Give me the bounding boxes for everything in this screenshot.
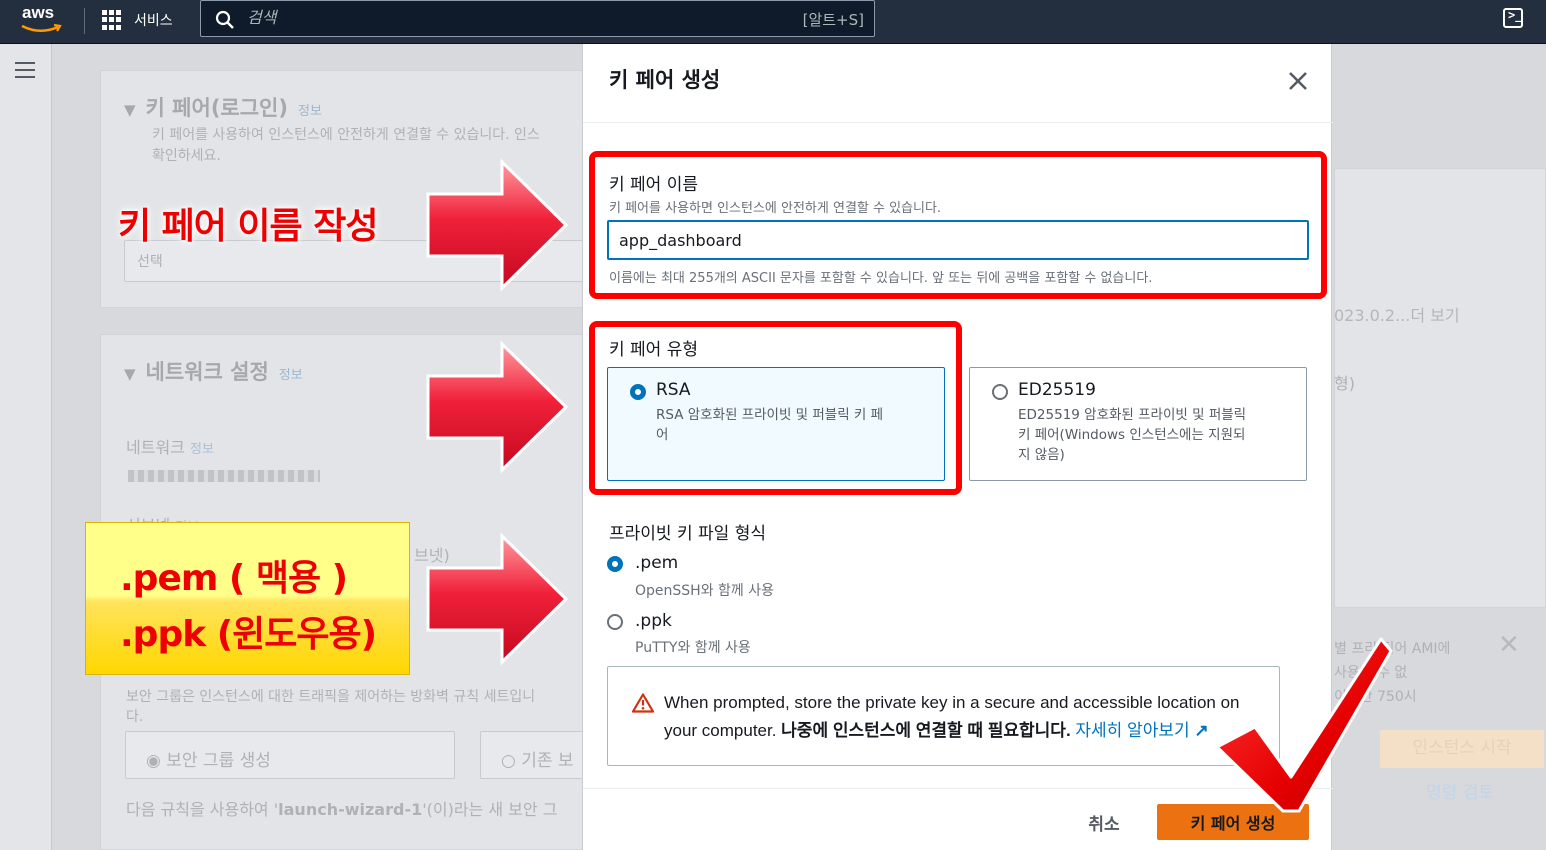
rsa-title: RSA [656, 380, 691, 400]
cloudshell-icon[interactable]: >_ [1503, 8, 1523, 28]
sg-create-option[interactable]: ◉ 보안 그룹 생성 [125, 731, 455, 779]
keypair-name-desc: 키 페어를 사용하면 인스턴스에 안전하게 연결할 수 있습니다. [609, 201, 942, 216]
close-icon[interactable]: ✕ [1498, 630, 1520, 660]
annotation-format-note-box: .pem ( 맥용 ) .ppk (윈도우용) [85, 522, 410, 675]
annotation-checkmark-icon [1215, 637, 1393, 813]
cancel-button[interactable]: 취소 [1069, 804, 1139, 840]
keypair-type-rsa-option[interactable]: RSA RSA 암호화된 프라이빗 및 퍼블릭 키 페어 [607, 367, 945, 481]
ppk-radio-icon[interactable] [607, 614, 623, 630]
services-label: 서비스 [134, 13, 173, 29]
keypair-desc: 키 페어를 사용하여 인스턴스에 안전하게 연결할 수 있습니다. 인스 [152, 127, 540, 143]
keypair-type-label: 키 페어 유형 [609, 340, 699, 360]
search-bar[interactable]: [알트+S] [200, 0, 875, 37]
aws-logo-text: aws [22, 3, 55, 22]
annotation-arrow-right-icon [426, 532, 569, 666]
services-menu-button[interactable]: 서비스 [102, 6, 173, 34]
ami-summary-text: 023.0.2...더 보기 [1334, 306, 1460, 325]
annotation-ppk-note: .ppk (윈도우용) [120, 614, 377, 655]
network-value-redacted [128, 470, 320, 482]
sg-desc: 보안 그룹은 인스턴스에 대한 트래픽을 제어하는 방화벽 규칙 세트입니 [126, 689, 536, 705]
summary-panel [1334, 168, 1546, 608]
keypair-name-label: 키 페어 이름 [609, 175, 699, 195]
keypair-name-constraint: 이름에는 최대 255개의 ASCII 문자를 포함할 수 있습니다. 앞 또는… [609, 271, 1153, 286]
top-navigation: aws 서비스 [알트+S] >_ [0, 0, 1546, 44]
side-rail [0, 44, 52, 850]
radio-unselected-icon[interactable] [992, 384, 1008, 400]
menu-icon[interactable] [15, 62, 35, 78]
annotation-arrow-right-icon [426, 340, 569, 474]
ppk-option-desc: PuTTY와 함께 사용 [635, 640, 751, 656]
nav-divider [84, 8, 85, 34]
keypair-type-ed25519-option[interactable]: ED25519 ED25519 암호화된 프라이빗 및 퍼블릭 키 페어(Wind… [969, 367, 1307, 481]
search-shortcut-hint: [알트+S] [802, 11, 864, 29]
ppk-option-label[interactable]: .ppk [635, 611, 672, 631]
rsa-desc: RSA 암호화된 프라이빗 및 퍼블릭 키 페어 [656, 407, 884, 443]
aws-logo[interactable]: aws [20, 3, 66, 37]
keypair-desc-2: 확인하세요. [152, 148, 221, 164]
keypair-info-link: 정보 [297, 104, 322, 119]
alert-text: When prompted, store the private key in … [664, 693, 1240, 740]
keypair-name-input[interactable] [607, 220, 1309, 260]
network-section-title: ▼ 네트워크 설정 정보 [124, 360, 303, 384]
modal-title: 키 페어 생성 [609, 68, 721, 92]
pem-option-desc: OpenSSH와 함께 사용 [635, 583, 774, 599]
warning-alert: When prompted, store the private key in … [607, 666, 1280, 766]
radio-selected-icon[interactable] [630, 384, 646, 400]
learn-more-link[interactable]: 자세히 알아보기 ↗ [1075, 721, 1208, 740]
ed25519-desc: ED25519 암호화된 프라이빗 및 퍼블릭 키 페어(Windows 인스턴스… [1018, 407, 1247, 463]
sg-rule-text: 다음 규칙을 사용하여 'launch-wizard-1'(이)라는 새 보안 … [126, 800, 558, 819]
search-icon [215, 10, 234, 29]
annotation-arrow-right-icon [426, 158, 569, 292]
key-format-label: 프라이빗 키 파일 형식 [609, 524, 766, 544]
pem-option-label[interactable]: .pem [635, 553, 678, 573]
annotation-pem-note: .pem ( 맥용 ) [120, 558, 348, 599]
keypair-section-title: ▼ 키 페어(로그인) 정보 [124, 96, 322, 120]
annotation-keypair-name-note: 키 페어 이름 작성 [118, 206, 378, 247]
grid-icon [102, 10, 122, 30]
search-input[interactable] [247, 7, 747, 31]
close-icon[interactable] [1283, 66, 1313, 96]
review-commands-link[interactable]: 명령 검토 [1426, 778, 1494, 803]
pem-radio-icon[interactable] [607, 556, 623, 572]
summary-paren-text: 형) [1334, 374, 1355, 393]
warning-icon [632, 693, 654, 713]
header-divider [583, 122, 1333, 123]
sg-desc-2: 다. [126, 709, 144, 725]
aws-smile-icon [21, 23, 62, 32]
ed25519-title: ED25519 [1018, 380, 1096, 400]
network-label: 네트워크 정보 [126, 438, 214, 457]
launch-instance-button[interactable]: 인스턴스 시작 [1380, 730, 1544, 768]
